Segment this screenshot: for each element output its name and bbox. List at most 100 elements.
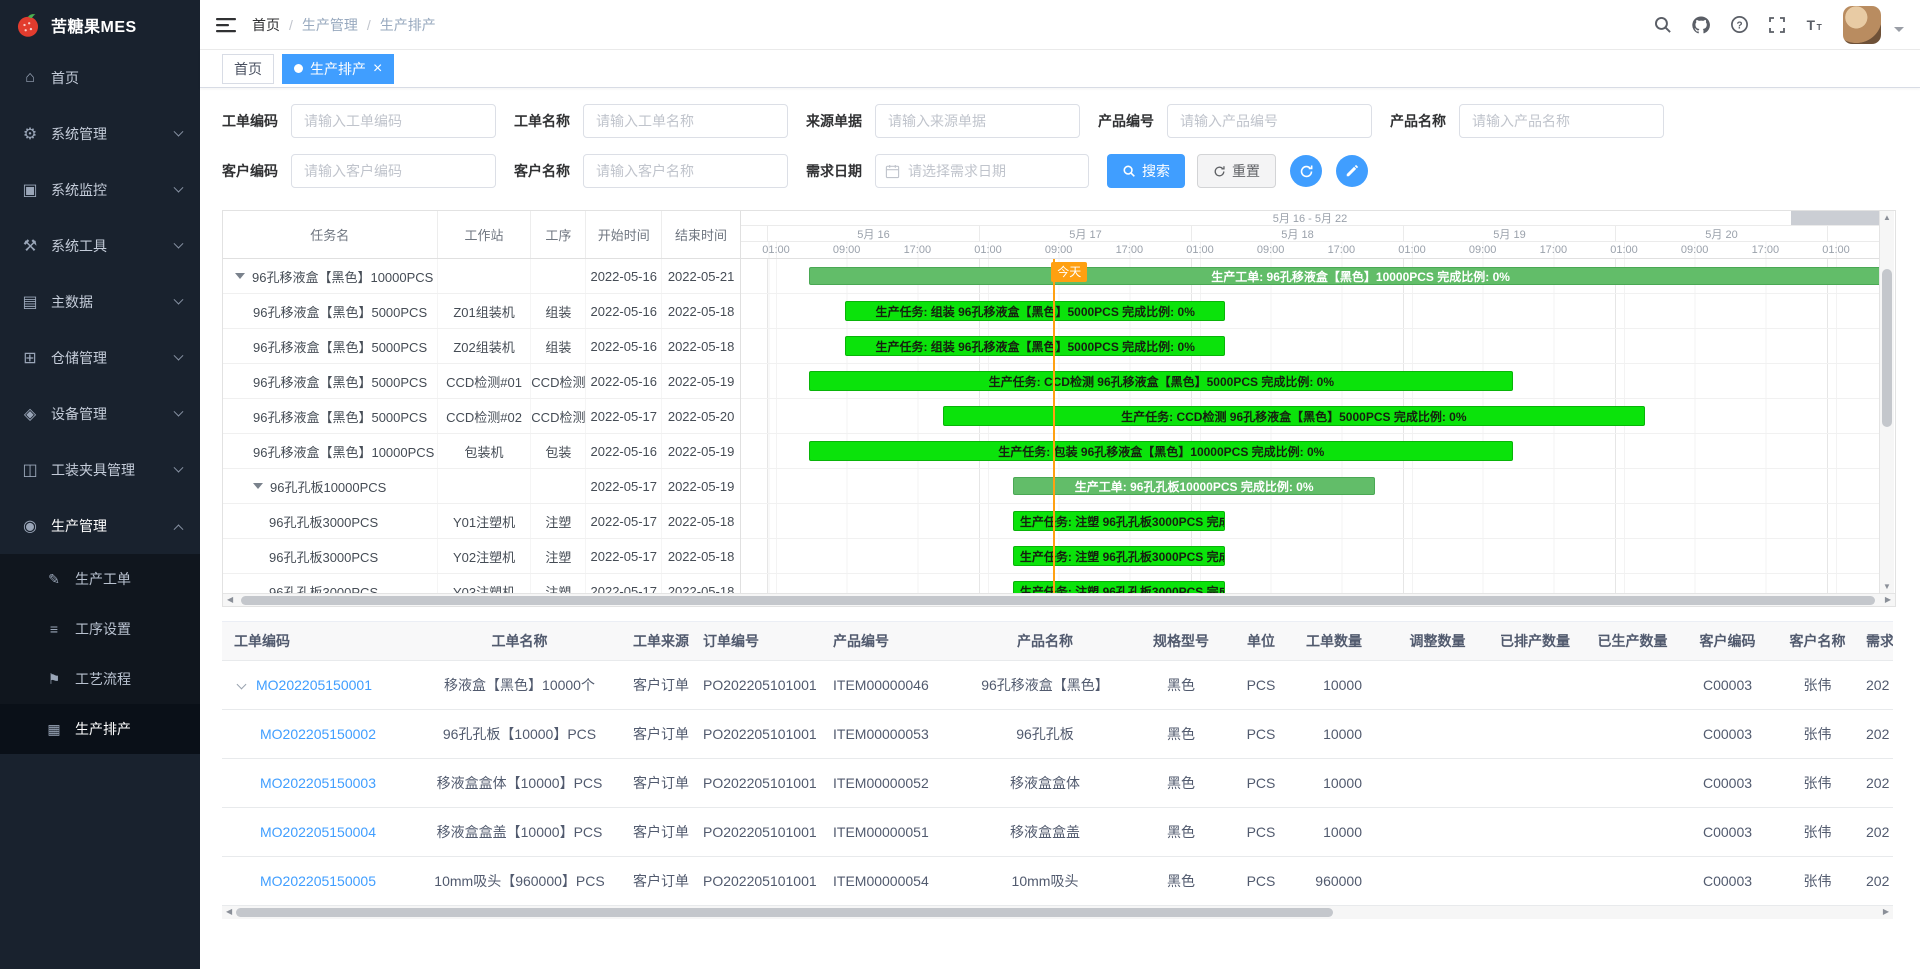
gantt-process-cell: CCD检测 — [531, 364, 586, 398]
sidebar-item[interactable]: ◈设备管理 — [0, 386, 200, 442]
user-avatar[interactable] — [1843, 6, 1881, 44]
gantt-grid-row[interactable]: 96孔孔板10000PCS2022-05-172022-05-19 — [223, 469, 740, 504]
gantt-grid-row[interactable]: 96孔移液盒【黑色】10000PCS2022-05-162022-05-21 — [223, 259, 740, 294]
gantt-timeline-row: 生产任务: CCD检测 96孔移液盒【黑色】5000PCS 完成比例: 0% — [741, 364, 1879, 399]
gantt-bar-task[interactable]: 生产任务: 包装 96孔移液盒【黑色】10000PCS 完成比例: 0% — [809, 441, 1513, 461]
order-code-link[interactable]: MO202205150004 — [260, 824, 376, 840]
gantt-bar-project[interactable]: 生产工单: 96孔孔板10000PCS 完成比例: 0% — [1013, 477, 1376, 495]
filter-input[interactable] — [583, 104, 788, 138]
gantt-bar-task[interactable]: 生产任务: 注塑 96孔孔板3000PCS 完成比例: 0% — [1013, 581, 1225, 593]
font-size-icon[interactable]: TT — [1805, 15, 1824, 34]
svg-text:T: T — [1807, 18, 1816, 33]
tags-view: 首页生产排产× — [200, 50, 1920, 88]
filter-input[interactable] — [1459, 104, 1664, 138]
sidebar-subitem[interactable]: ≡工序设置 — [0, 604, 200, 654]
gantt-vertical-scrollbar[interactable]: ▲ ▼ — [1879, 211, 1894, 593]
sidebar-subitem[interactable]: ✎生产工单 — [0, 554, 200, 604]
gantt-bar-task[interactable]: 生产任务: CCD检测 96孔移液盒【黑色】5000PCS 完成比例: 0% — [809, 371, 1513, 391]
filter-input[interactable] — [1167, 104, 1372, 138]
search-icon[interactable] — [1653, 15, 1672, 34]
help-icon[interactable]: ? — [1730, 15, 1749, 34]
svg-text:T: T — [1817, 22, 1823, 32]
sidebar-item[interactable]: ◫工装夹具管理 — [0, 442, 200, 498]
gantt-grid-row[interactable]: 96孔孔板3000PCSY03注塑机注塑2022-05-172022-05-18 — [223, 574, 740, 593]
sidebar-item[interactable]: ◉生产管理 — [0, 498, 200, 554]
gantt-grid-row[interactable]: 96孔移液盒【黑色】10000PCS包装机包装2022-05-162022-05… — [223, 434, 740, 469]
gantt-bar-task[interactable]: 生产任务: 组装 96孔移液盒【黑色】5000PCS 完成比例: 0% — [845, 336, 1224, 356]
sidebar-item[interactable]: ▣系统监控 — [0, 162, 200, 218]
gantt-grid-row[interactable]: 96孔移液盒【黑色】5000PCSCCD检测#01CCD检测2022-05-16… — [223, 364, 740, 399]
gantt-process-cell — [531, 469, 586, 503]
sidebar-item[interactable]: ⊞仓储管理 — [0, 330, 200, 386]
search-button[interactable]: 搜索 — [1107, 154, 1185, 188]
filter-input[interactable] — [291, 104, 496, 138]
gantt-vscroll-thumb[interactable] — [1882, 269, 1892, 427]
tab-item[interactable]: 生产排产× — [282, 54, 394, 84]
order-code-link[interactable]: MO202205150002 — [260, 726, 376, 742]
breadcrumb-item[interactable]: 首页 — [252, 15, 280, 35]
collapse-triangle-icon[interactable] — [235, 273, 245, 279]
sidebar-item[interactable]: ⌂首页 — [0, 50, 200, 106]
gantt-grid-row[interactable]: 96孔移液盒【黑色】5000PCSZ02组装机组装2022-05-162022-… — [223, 329, 740, 364]
timeline-hour-row: 01:0009:0017:0001:0009:0017:0001:0009:00… — [741, 242, 1879, 259]
order-cell — [1585, 758, 1680, 807]
edit-schedule-button[interactable] — [1336, 155, 1368, 187]
gantt-grid-row[interactable]: 96孔孔板3000PCSY01注塑机注塑2022-05-172022-05-18 — [223, 504, 740, 539]
gantt-task-name-cell: 96孔移液盒【黑色】10000PCS — [223, 434, 438, 468]
breadcrumb-item[interactable]: 生产排产 — [380, 15, 436, 35]
scroll-right-arrow-icon[interactable]: ▶ — [1885, 595, 1891, 604]
gantt-grid-row[interactable]: 96孔移液盒【黑色】5000PCSZ01组装机组装2022-05-162022-… — [223, 294, 740, 329]
gantt-bar-task[interactable]: 生产任务: CCD检测 96孔移液盒【黑色】5000PCS 完成比例: 0% — [943, 406, 1645, 426]
timeline-hour-label: 09:00 — [1257, 244, 1285, 256]
gantt-grid-row[interactable]: 96孔移液盒【黑色】5000PCSCCD检测#02CCD检测2022-05-17… — [223, 399, 740, 434]
orders-column-header: 客户名称 — [1775, 622, 1860, 660]
gantt-bar-label: 生产任务: CCD检测 96孔移液盒【黑色】5000PCS 完成比例: 0% — [983, 373, 1340, 390]
refresh-schedule-button[interactable] — [1290, 155, 1322, 187]
order-code-link[interactable]: MO202205150003 — [260, 775, 376, 791]
sidebar-item[interactable]: ▤主数据 — [0, 274, 200, 330]
github-icon[interactable] — [1691, 15, 1711, 35]
scroll-left-arrow-icon[interactable]: ◀ — [227, 595, 233, 604]
order-cell: ITEM00000053 — [827, 709, 955, 758]
filter-input[interactable] — [291, 154, 496, 188]
order-code-link[interactable]: MO202205150001 — [256, 677, 372, 693]
gantt-column-header: 任务名 — [223, 211, 438, 258]
sidebar-toggle-icon[interactable] — [216, 16, 236, 34]
filter-input[interactable] — [875, 104, 1080, 138]
filter-input[interactable] — [875, 154, 1089, 188]
gantt-bar-task[interactable]: 生产任务: 注塑 96孔孔板3000PCS 完成比例: 0% — [1013, 511, 1225, 531]
sidebar-subitem[interactable]: ⚑工艺流程 — [0, 654, 200, 704]
sidebar-item[interactable]: ⚒系统工具 — [0, 218, 200, 274]
fullscreen-icon[interactable] — [1768, 16, 1786, 34]
timeline-hour-label: 01:00 — [1398, 244, 1426, 256]
user-menu-caret-icon[interactable] — [1894, 27, 1904, 37]
scroll-right-arrow-icon[interactable]: ▶ — [1883, 907, 1889, 916]
close-icon[interactable]: × — [373, 61, 382, 77]
gantt-bar-task[interactable]: 生产任务: 组装 96孔移液盒【黑色】5000PCS 完成比例: 0% — [845, 301, 1224, 321]
expand-chevron-icon[interactable] — [237, 679, 247, 689]
orders-column-header: 产品名称 — [955, 622, 1135, 660]
gantt-grid-row[interactable]: 96孔孔板3000PCSY02注塑机注塑2022-05-172022-05-18 — [223, 539, 740, 574]
sidebar-subitem[interactable]: ▦生产排产 — [0, 704, 200, 754]
gantt-bar-project[interactable]: 生产工单: 96孔移液盒【黑色】10000PCS 完成比例: 0% — [809, 267, 1879, 285]
order-row: MO202205150004移液盒盒盖【10000】PCS客户订单PO20220… — [222, 807, 1893, 856]
order-cell: ITEM00000051 — [827, 807, 955, 856]
filter-input[interactable] — [583, 154, 788, 188]
breadcrumb-item[interactable]: 生产管理 — [302, 15, 358, 35]
orders-horizontal-scrollbar[interactable]: ◀ ▶ — [222, 906, 1893, 919]
order-cell: 10000 — [1295, 660, 1390, 709]
app-logo[interactable]: 苦糖果MES — [0, 0, 200, 50]
tab-item[interactable]: 首页 — [222, 54, 274, 84]
gantt-bar-task[interactable]: 生产任务: 注塑 96孔孔板3000PCS 完成比例: 0% — [1013, 546, 1225, 566]
scroll-up-arrow-icon[interactable]: ▲ — [1880, 213, 1894, 222]
scroll-left-arrow-icon[interactable]: ◀ — [226, 907, 232, 916]
collapse-triangle-icon[interactable] — [253, 483, 263, 489]
sidebar-item[interactable]: ⚙系统管理 — [0, 106, 200, 162]
gantt-hscroll-thumb[interactable] — [241, 596, 1875, 605]
gantt-horizontal-scrollbar[interactable]: ◀ ▶ — [223, 593, 1895, 606]
orders-hscroll-thumb[interactable] — [236, 908, 1333, 917]
orders-header-row: 工单编码工单名称工单来源订单编号产品编号产品名称规格型号单位工单数量调整数量已排… — [222, 622, 1893, 660]
order-code-link[interactable]: MO202205150005 — [260, 873, 376, 889]
reset-button[interactable]: 重置 — [1197, 154, 1276, 188]
scroll-down-arrow-icon[interactable]: ▼ — [1880, 582, 1894, 591]
